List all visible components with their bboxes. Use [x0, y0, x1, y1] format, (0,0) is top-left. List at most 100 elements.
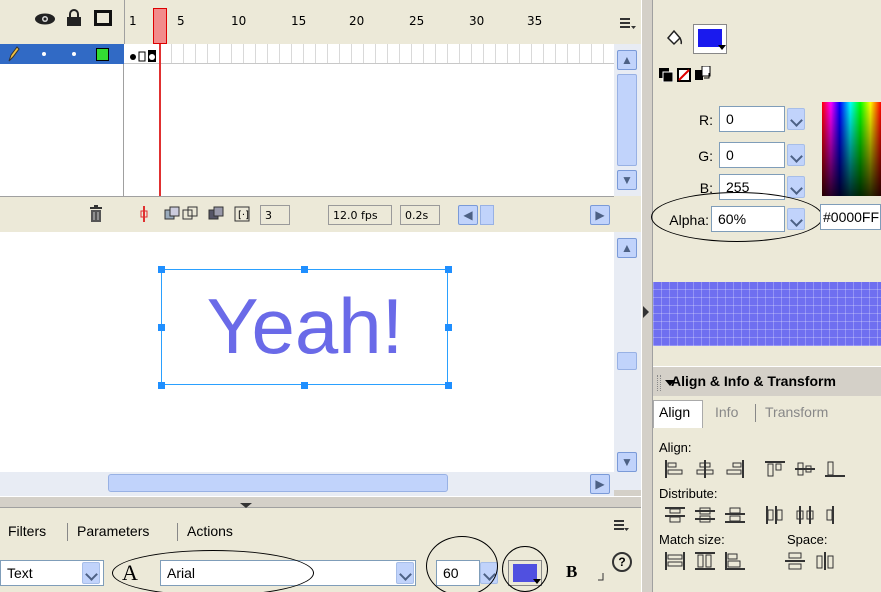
- align-hcenter-icon[interactable]: [695, 460, 715, 478]
- font-dropdown-button[interactable]: [396, 562, 414, 584]
- r-input[interactable]: 0: [719, 106, 785, 132]
- panel-splitter[interactable]: [641, 0, 653, 592]
- scroll-right-button[interactable]: ▶: [590, 474, 610, 494]
- stage-vscrollbar[interactable]: ▲ ▼: [614, 232, 641, 490]
- align-vcenter-icon[interactable]: [795, 460, 815, 478]
- layer-row[interactable]: [0, 44, 124, 64]
- resize-handle[interactable]: [158, 324, 165, 331]
- align-bottom-icon[interactable]: [825, 460, 845, 478]
- frame-ruler[interactable]: 1 5 10 15 20 25 30 35: [124, 0, 614, 44]
- resize-handle[interactable]: [445, 382, 452, 389]
- ruler-label: 20: [349, 14, 365, 28]
- resize-handle[interactable]: [445, 266, 452, 273]
- space-horizontal-icon[interactable]: [815, 552, 835, 570]
- help-button[interactable]: ?: [612, 552, 632, 572]
- black-white-icon[interactable]: [659, 68, 674, 83]
- scroll-thumb[interactable]: [617, 74, 637, 166]
- distribute-top-icon[interactable]: [665, 506, 685, 524]
- frame-row[interactable]: [124, 44, 614, 64]
- tab-info[interactable]: Info: [715, 404, 738, 420]
- text-selection-box[interactable]: [161, 269, 448, 385]
- scroll-right-button[interactable]: ▶: [590, 205, 610, 225]
- resize-handle[interactable]: [301, 266, 308, 273]
- timeline-menu-icon[interactable]: [614, 14, 641, 34]
- resize-handle[interactable]: [301, 382, 308, 389]
- no-color-icon[interactable]: [677, 68, 691, 82]
- align-right-icon[interactable]: [725, 460, 745, 478]
- b-slider-button[interactable]: [787, 176, 805, 198]
- ruler-label: 30: [469, 14, 485, 28]
- visibility-dot[interactable]: [42, 52, 46, 56]
- align-tabs: Align Info Transform: [653, 398, 881, 428]
- distribute-bottom-icon[interactable]: [725, 506, 745, 524]
- r-value: 0: [726, 111, 734, 127]
- resize-handle[interactable]: [445, 324, 452, 331]
- align-top-icon[interactable]: [765, 460, 785, 478]
- tab-parameters[interactable]: Parameters: [77, 523, 149, 539]
- g-input[interactable]: 0: [719, 142, 785, 168]
- lock-icon[interactable]: [66, 9, 82, 27]
- tab-align[interactable]: Align: [659, 404, 690, 420]
- align-left-icon[interactable]: [665, 460, 685, 478]
- bold-button[interactable]: B: [566, 562, 577, 582]
- modify-markers-icon[interactable]: [·]: [234, 206, 250, 222]
- h-scroll-thumb[interactable]: [480, 205, 494, 225]
- keyframe-cell[interactable]: [126, 44, 160, 63]
- scroll-thumb[interactable]: [617, 352, 637, 370]
- h-scroll-thumb[interactable]: [108, 474, 448, 492]
- panel-collapse-bar[interactable]: [0, 496, 641, 508]
- trash-icon[interactable]: [88, 205, 104, 223]
- match-width-height-icon[interactable]: [725, 552, 745, 570]
- tab-filters[interactable]: Filters: [8, 523, 46, 539]
- ruler-label: 25: [409, 14, 425, 28]
- collapse-arrow-icon[interactable]: [238, 498, 254, 508]
- properties-menu-icon[interactable]: [612, 518, 630, 534]
- lock-dot[interactable]: [72, 52, 76, 56]
- outline-icon[interactable]: [94, 10, 112, 26]
- scroll-down-button[interactable]: ▼: [617, 170, 637, 190]
- fill-color-button[interactable]: [693, 24, 727, 54]
- r-label: R:: [699, 112, 713, 128]
- scroll-up-button[interactable]: ▲: [617, 238, 637, 258]
- align-body: Align: Distribute: Match size: Space:: [653, 428, 881, 592]
- ruler-label: 35: [527, 14, 543, 28]
- frames-area[interactable]: [124, 44, 614, 196]
- distribute-right-icon[interactable]: [825, 506, 845, 524]
- text-direction-icon[interactable]: [598, 570, 604, 581]
- fill-bucket-icon[interactable]: [665, 28, 683, 48]
- onion-skin-icon[interactable]: [164, 206, 180, 222]
- resize-handle[interactable]: [158, 382, 165, 389]
- text-type-dropdown-button[interactable]: [82, 562, 100, 584]
- g-slider-button[interactable]: [787, 144, 805, 166]
- match-height-icon[interactable]: [695, 552, 715, 570]
- resize-handle[interactable]: [158, 266, 165, 273]
- scroll-up-button[interactable]: ▲: [617, 50, 637, 70]
- swap-colors-icon[interactable]: [695, 65, 711, 82]
- distribute-hcenter-icon[interactable]: [795, 506, 815, 524]
- color-spectrum[interactable]: [822, 102, 881, 196]
- center-frame-icon[interactable]: [136, 206, 152, 222]
- edit-multiple-frames-icon[interactable]: [208, 206, 224, 222]
- eye-icon[interactable]: [34, 12, 56, 26]
- splitter-arrow-icon[interactable]: [643, 306, 649, 318]
- distribute-left-icon[interactable]: [765, 506, 785, 524]
- r-slider-button[interactable]: [787, 108, 805, 130]
- layer-color-swatch[interactable]: [96, 48, 109, 61]
- color-highlight-ellipse: [502, 546, 548, 592]
- hex-input[interactable]: #0000FF: [820, 204, 881, 230]
- size-highlight-ellipse: [426, 536, 498, 592]
- match-width-icon[interactable]: [665, 552, 685, 570]
- tab-transform[interactable]: Transform: [765, 404, 828, 420]
- timeline-vscrollbar[interactable]: ▲ ▼: [614, 44, 641, 196]
- scroll-left-button[interactable]: ◀: [458, 205, 478, 225]
- onion-outline-icon[interactable]: [182, 206, 198, 222]
- scroll-down-button[interactable]: ▼: [617, 452, 637, 472]
- tab-actions[interactable]: Actions: [187, 523, 233, 539]
- current-frame-field: 3: [260, 205, 290, 225]
- playhead-marker[interactable]: [153, 8, 167, 44]
- distribute-label: Distribute:: [659, 486, 718, 501]
- layer-list-empty: [0, 64, 124, 196]
- fps-field[interactable]: 12.0 fps: [328, 205, 392, 225]
- space-vertical-icon[interactable]: [785, 552, 805, 570]
- distribute-vcenter-icon[interactable]: [695, 506, 715, 524]
